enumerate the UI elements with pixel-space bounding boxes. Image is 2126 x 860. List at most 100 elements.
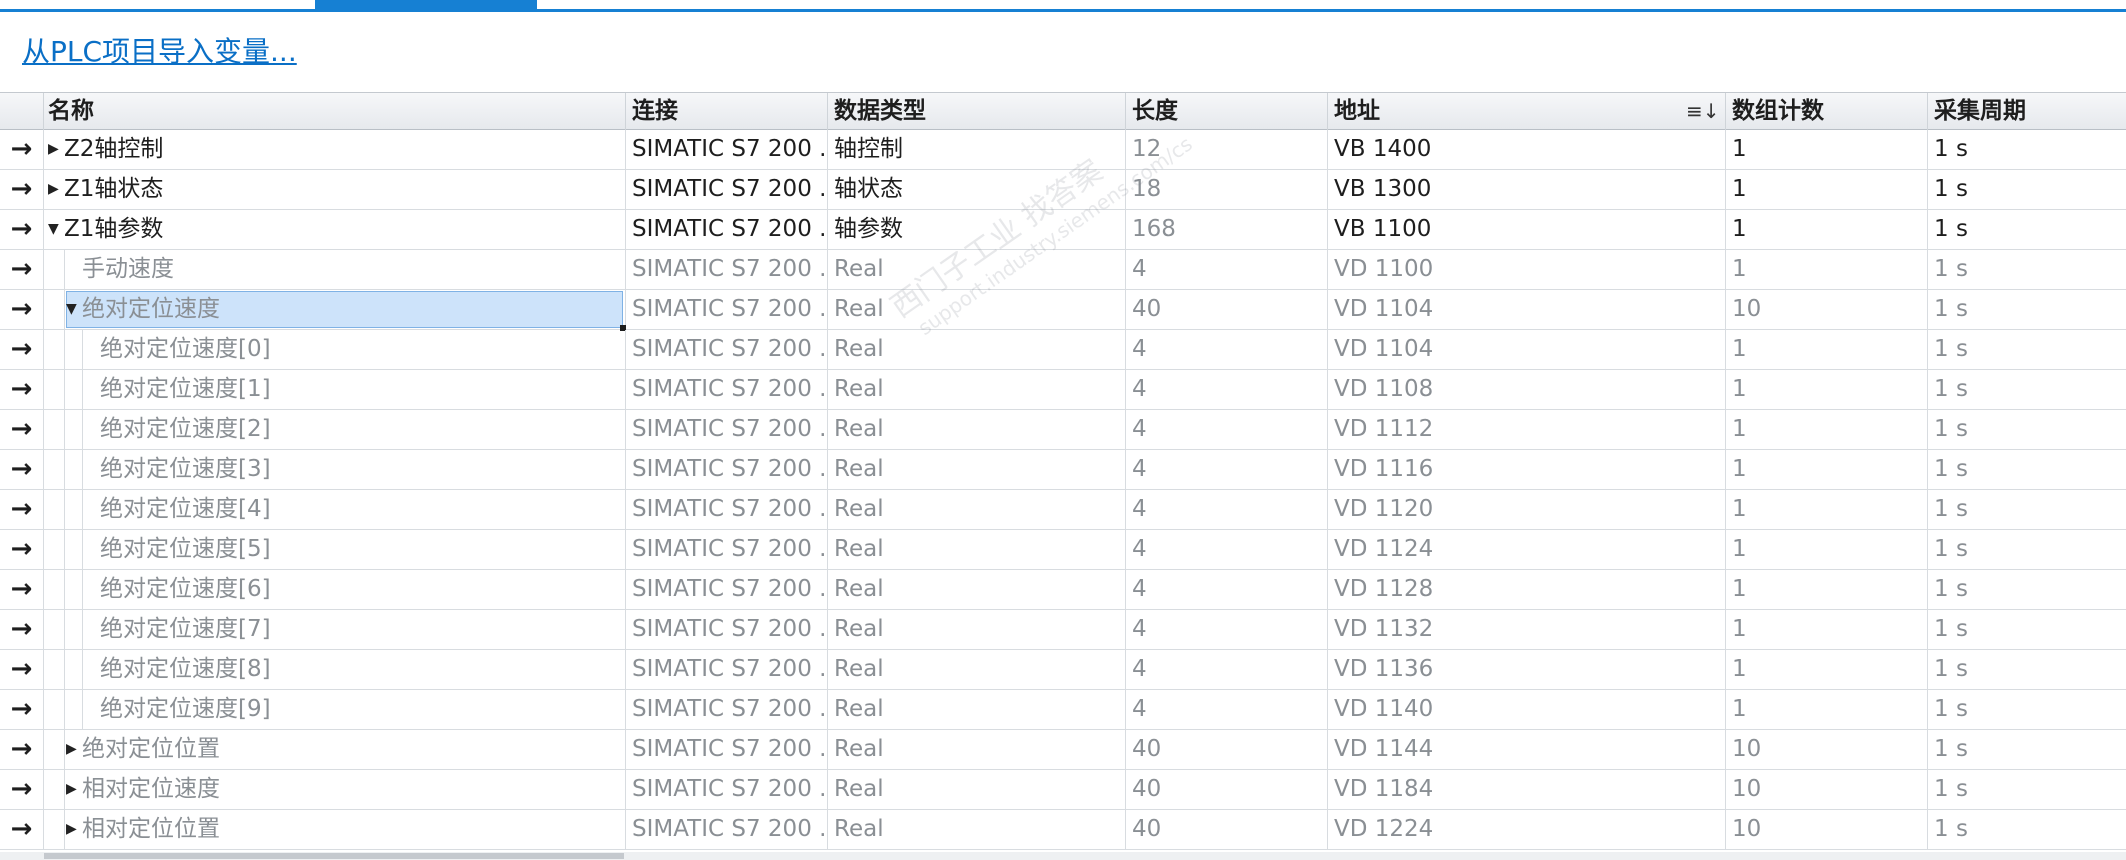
caret-right-icon[interactable]: ▶	[48, 170, 59, 209]
table-row[interactable]: → ▼ Z1轴参数 SIMATIC S7 200 ... 轴参数 168 VB 1100 1 1…	[0, 210, 2126, 250]
array-count-cell[interactable]: 10	[1726, 730, 1928, 769]
connection-cell[interactable]: SIMATIC S7 200 ...	[626, 130, 828, 169]
datatype-cell[interactable]: Real	[828, 370, 1126, 409]
connection-cell[interactable]: SIMATIC S7 200 ...	[626, 730, 828, 769]
array-count-cell[interactable]: 1	[1726, 130, 1928, 169]
table-row[interactable]: → 手动速度 SIMATIC S7 200 ... Real 4 VD 1100 1 1 s	[0, 250, 2126, 290]
datatype-cell[interactable]: 轴状态	[828, 170, 1126, 209]
array-count-cell[interactable]: 1	[1726, 450, 1928, 489]
datatype-cell[interactable]: Real	[828, 490, 1126, 529]
table-row[interactable]: → 绝对定位速度[9] SIMATIC S7 200 ... Real 4 VD 1140…	[0, 690, 2126, 730]
array-count-cell[interactable]: 10	[1726, 290, 1928, 329]
name-cell[interactable]: 绝对定位速度[3]	[44, 450, 626, 489]
address-cell[interactable]: VD 1116	[1328, 450, 1726, 489]
address-cell[interactable]: VD 1136	[1328, 650, 1726, 689]
length-cell[interactable]: 4	[1126, 610, 1328, 649]
name-cell[interactable]: ▶ Z2轴控制	[44, 130, 626, 169]
datatype-cell[interactable]: Real	[828, 650, 1126, 689]
name-cell[interactable]: 绝对定位速度[7]	[44, 610, 626, 649]
array-count-cell[interactable]: 1	[1726, 170, 1928, 209]
name-cell[interactable]: 绝对定位速度[6]	[44, 570, 626, 609]
length-cell[interactable]: 40	[1126, 810, 1328, 849]
address-cell[interactable]: VB 1100	[1328, 210, 1726, 249]
connection-cell[interactable]: SIMATIC S7 200 ...	[626, 250, 828, 289]
connection-cell[interactable]: SIMATIC S7 200 ...	[626, 570, 828, 609]
cycle-cell[interactable]: 1 s	[1928, 810, 2126, 849]
sort-descending-icon[interactable]: ≡↓	[1686, 93, 1720, 130]
import-variables-link[interactable]: 从PLC项目导入变量...	[22, 30, 297, 70]
address-cell[interactable]: VD 1224	[1328, 810, 1726, 849]
name-cell[interactable]: 绝对定位速度[0]	[44, 330, 626, 369]
name-cell[interactable]: ▶ 绝对定位位置	[44, 730, 626, 769]
length-cell[interactable]: 4	[1126, 570, 1328, 609]
cycle-cell[interactable]: 1 s	[1928, 170, 2126, 209]
caret-right-icon[interactable]: ▶	[66, 810, 77, 849]
connection-cell[interactable]: SIMATIC S7 200 ...	[626, 410, 828, 449]
table-row[interactable]: → 绝对定位速度[0] SIMATIC S7 200 ... Real 4 VD 1104…	[0, 330, 2126, 370]
connection-cell[interactable]: SIMATIC S7 200 ...	[626, 290, 828, 329]
address-cell[interactable]: VD 1104	[1328, 330, 1726, 369]
array-count-cell[interactable]: 10	[1726, 770, 1928, 809]
name-cell[interactable]: 绝对定位速度[5]	[44, 530, 626, 569]
cycle-cell[interactable]: 1 s	[1928, 730, 2126, 769]
address-cell[interactable]: VD 1140	[1328, 690, 1726, 729]
length-cell[interactable]: 4	[1126, 330, 1328, 369]
cycle-cell[interactable]: 1 s	[1928, 770, 2126, 809]
connection-cell[interactable]: SIMATIC S7 200 ...	[626, 810, 828, 849]
cycle-cell[interactable]: 1 s	[1928, 370, 2126, 409]
connection-cell[interactable]: SIMATIC S7 200 ...	[626, 650, 828, 689]
table-row[interactable]: → 绝对定位速度[7] SIMATIC S7 200 ... Real 4 VD 1132…	[0, 610, 2126, 650]
array-count-cell[interactable]: 1	[1726, 250, 1928, 289]
length-cell[interactable]: 4	[1126, 690, 1328, 729]
cycle-cell[interactable]: 1 s	[1928, 490, 2126, 529]
datatype-cell[interactable]: Real	[828, 570, 1126, 609]
cycle-cell[interactable]: 1 s	[1928, 530, 2126, 569]
datatype-cell[interactable]: Real	[828, 410, 1126, 449]
array-count-cell[interactable]: 1	[1726, 210, 1928, 249]
table-row[interactable]: → ▼ 绝对定位速度 SIMATIC S7 200 ... Real 40 VD 1104 1…	[0, 290, 2126, 331]
connection-cell[interactable]: SIMATIC S7 200 ...	[626, 450, 828, 489]
name-cell[interactable]: 绝对定位速度[9]	[44, 690, 626, 729]
address-cell[interactable]: VB 1300	[1328, 170, 1726, 209]
connection-cell[interactable]: SIMATIC S7 200 ...	[626, 690, 828, 729]
datatype-cell[interactable]: Real	[828, 290, 1126, 329]
array-count-cell[interactable]: 1	[1726, 530, 1928, 569]
caret-down-icon[interactable]: ▼	[48, 210, 59, 249]
address-cell[interactable]: VD 1144	[1328, 730, 1726, 769]
length-cell[interactable]: 40	[1126, 770, 1328, 809]
datatype-cell[interactable]: Real	[828, 450, 1126, 489]
table-row[interactable]: → 绝对定位速度[5] SIMATIC S7 200 ... Real 4 VD 1124…	[0, 530, 2126, 570]
cycle-cell[interactable]: 1 s	[1928, 610, 2126, 649]
array-count-cell[interactable]: 1	[1726, 610, 1928, 649]
datatype-cell[interactable]: Real	[828, 770, 1126, 809]
length-cell[interactable]: 40	[1126, 730, 1328, 769]
array-count-cell[interactable]: 1	[1726, 370, 1928, 409]
name-cell[interactable]: ▼ Z1轴参数	[44, 210, 626, 249]
connection-cell[interactable]: SIMATIC S7 200 ...	[626, 170, 828, 209]
cycle-cell[interactable]: 1 s	[1928, 210, 2126, 249]
connection-cell[interactable]: SIMATIC S7 200 ...	[626, 330, 828, 369]
caret-down-icon[interactable]: ▼	[66, 290, 77, 329]
connection-cell[interactable]: SIMATIC S7 200 ...	[626, 770, 828, 809]
scrollbar-thumb[interactable]	[44, 853, 624, 859]
datatype-cell[interactable]: 轴控制	[828, 130, 1126, 169]
array-count-cell[interactable]: 1	[1726, 330, 1928, 369]
header-length[interactable]: 长度	[1126, 93, 1328, 130]
name-cell[interactable]: 绝对定位速度[4]	[44, 490, 626, 529]
length-cell[interactable]: 40	[1126, 290, 1328, 329]
address-cell[interactable]: VD 1108	[1328, 370, 1726, 409]
address-cell[interactable]: VD 1120	[1328, 490, 1726, 529]
caret-right-icon[interactable]: ▶	[66, 770, 77, 809]
cycle-cell[interactable]: 1 s	[1928, 450, 2126, 489]
name-cell[interactable]: ▶ 相对定位速度	[44, 770, 626, 809]
array-count-cell[interactable]: 1	[1726, 410, 1928, 449]
header-array-count[interactable]: 数组计数	[1726, 93, 1928, 130]
datatype-cell[interactable]: Real	[828, 730, 1126, 769]
active-tab[interactable]	[315, 0, 537, 9]
cycle-cell[interactable]: 1 s	[1928, 410, 2126, 449]
header-address[interactable]: 地址	[1328, 93, 1726, 130]
name-cell[interactable]: 绝对定位速度[8]	[44, 650, 626, 689]
length-cell[interactable]: 4	[1126, 370, 1328, 409]
address-cell[interactable]: VD 1132	[1328, 610, 1726, 649]
address-cell[interactable]: VD 1184	[1328, 770, 1726, 809]
